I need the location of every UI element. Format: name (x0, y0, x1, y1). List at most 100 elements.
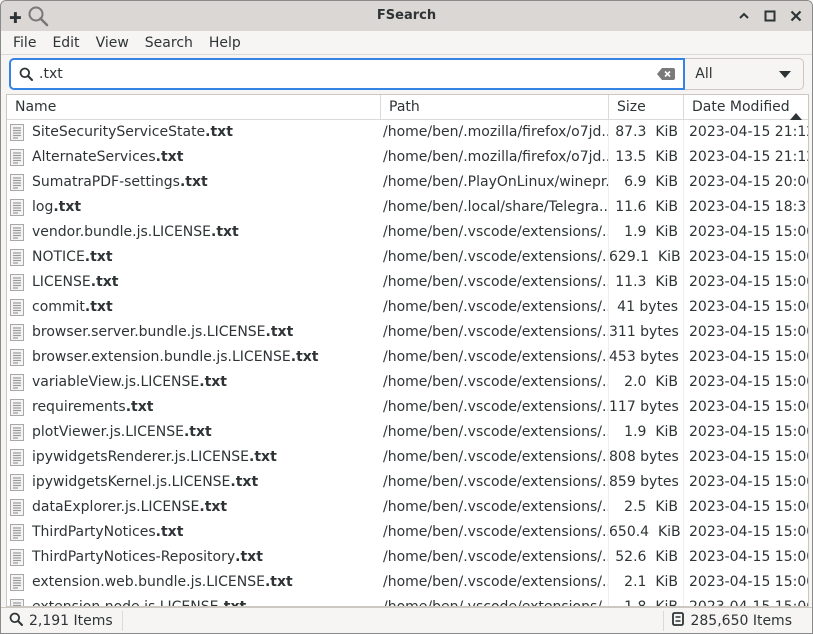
column-header-path[interactable]: Path (381, 95, 609, 120)
table-row[interactable]: ThirdPartyNotices-Repository .txt/home/be… (7, 545, 808, 570)
status-bar: 2,191 Items 285,650 Items (1, 607, 812, 633)
window-title: FSearch (376, 8, 437, 23)
file-size-cell: 808 bytes (609, 445, 684, 470)
text-file-icon (10, 549, 24, 566)
text-file-icon (10, 199, 24, 216)
close-button[interactable] (786, 6, 806, 26)
table-row[interactable]: ipywidgetsRenderer.js.LICENSE .txt/home/b… (7, 445, 808, 470)
file-name-cell: extension.node.js.LICENSE .txt (7, 595, 381, 607)
title-bar: ✚ FSearch (1, 1, 812, 31)
result-count: 2,191 Items (29, 613, 113, 629)
column-header-date-modified[interactable]: Date Modified (684, 95, 808, 120)
table-row[interactable]: log .txt/home/ben/.local/share/Telegra...… (7, 195, 808, 220)
file-name-cell: variableView.js.LICENSE .txt (7, 370, 381, 395)
table-row[interactable]: NOTICE .txt/home/ben/.vscode/extensions/.… (7, 245, 808, 270)
search-input[interactable] (39, 62, 649, 86)
table-row[interactable]: vendor.bundle.js.LICENSE .txt/home/ben/.v… (7, 220, 808, 245)
sort-ascending-icon (790, 104, 802, 128)
file-path-cell: /home/ben/.vscode/extensions/... (381, 495, 609, 520)
file-name-cell: ThirdPartyNotices-Repository .txt (7, 545, 381, 570)
chevron-down-icon (779, 66, 791, 82)
table-row[interactable]: extension.node.js.LICENSE .txt/home/ben/.… (7, 595, 808, 607)
menu-view[interactable]: View (88, 32, 137, 54)
file-path-cell: /home/ben/.vscode/extensions/... (381, 345, 609, 370)
list-body: SiteSecurityServiceState .txt/home/ben/.m… (7, 120, 808, 607)
text-file-icon (10, 274, 24, 291)
menu-file[interactable]: File (5, 32, 44, 54)
table-row[interactable]: SiteSecurityServiceState .txt/home/ben/.m… (7, 120, 808, 145)
table-row[interactable]: commit .txt/home/ben/.vscode/extensions/.… (7, 295, 808, 320)
text-file-icon (10, 524, 24, 541)
file-extension-match: .txt (90, 274, 119, 290)
file-path-cell: /home/ben/.vscode/extensions/... (381, 220, 609, 245)
table-row[interactable]: AlternateServices .txt/home/ben/.mozilla/… (7, 145, 808, 170)
file-extension-match: .txt (84, 249, 113, 265)
file-name-cell: NOTICE .txt (7, 245, 381, 270)
text-file-icon (10, 349, 24, 366)
file-size-cell: 1.9 KiB (609, 220, 684, 245)
file-basename: requirements (32, 399, 126, 415)
text-file-icon (10, 249, 24, 266)
file-date-cell: 2023-04-15 18:31 (689, 199, 808, 215)
file-extension-match: .txt (218, 599, 247, 607)
file-extension-match: .txt (264, 574, 293, 590)
text-file-icon (10, 224, 24, 241)
file-size-cell: 41 bytes (609, 295, 684, 320)
text-file-icon (10, 374, 24, 391)
file-path-cell: /home/ben/.mozilla/firefox/o7jd... (381, 120, 609, 145)
minimize-button[interactable] (734, 6, 754, 26)
table-row[interactable]: requirements .txt/home/ben/.vscode/extens… (7, 395, 808, 420)
table-row[interactable]: LICENSE .txt/home/ben/.vscode/extensions/… (7, 270, 808, 295)
file-size-cell: 453 bytes (609, 345, 684, 370)
file-basename: plotViewer.js.LICENSE (32, 424, 184, 440)
file-size-cell: 13.5 KiB (609, 145, 684, 170)
clear-icon[interactable] (657, 68, 676, 84)
text-file-icon (10, 499, 24, 516)
file-basename: extension.web.bundle.js.LICENSE (32, 574, 265, 590)
menu-search[interactable]: Search (137, 32, 201, 54)
filter-dropdown[interactable]: All (685, 58, 804, 90)
table-row[interactable]: extension.web.bundle.js.LICENSE .txt/home… (7, 570, 808, 595)
menu-edit[interactable]: Edit (44, 32, 87, 54)
column-header-name[interactable]: Name (7, 95, 381, 120)
text-file-icon (10, 174, 24, 191)
menu-help[interactable]: Help (201, 32, 249, 54)
file-path-cell: /home/ben/.local/share/Telegra... (381, 195, 609, 220)
menu-bar: File Edit View Search Help (1, 31, 812, 55)
table-row[interactable]: browser.server.bundle.js.LICENSE .txt/hom… (7, 320, 808, 345)
file-extension-match: .txt (155, 149, 184, 165)
file-name-cell: vendor.bundle.js.LICENSE .txt (7, 220, 381, 245)
file-date-cell: 2023-04-15 15:00 (689, 524, 808, 540)
table-row[interactable]: ipywidgetsKernel.js.LICENSE .txt/home/ben… (7, 470, 808, 495)
file-name-cell: requirements .txt (7, 395, 381, 420)
results-list[interactable]: Name Path Size Date Modified SiteSecurit… (6, 94, 809, 607)
table-row[interactable]: browser.extension.bundle.js.LICENSE .txt /… (7, 345, 808, 370)
file-basename: ipywidgetsKernel.js.LICENSE (32, 474, 231, 490)
table-row[interactable]: SumatraPDF-settings .txt/home/ben/.PlayOn… (7, 170, 808, 195)
file-basename: AlternateServices (32, 149, 156, 165)
column-header-date-label: Date Modified (692, 99, 790, 115)
file-date-cell: 2023-04-15 15:00 (689, 424, 808, 440)
file-name-cell: plotViewer.js.LICENSE .txt (7, 420, 381, 445)
file-path-cell: /home/ben/.vscode/extensions/... (381, 445, 609, 470)
file-size-cell: 1.8 KiB (609, 595, 684, 606)
file-extension-match: .txt (53, 199, 82, 215)
file-size-cell: 859 bytes (609, 470, 684, 495)
maximize-button[interactable] (760, 6, 780, 26)
table-row[interactable]: variableView.js.LICENSE .txt/home/ben/.vs… (7, 370, 808, 395)
file-name-cell: browser.extension.bundle.js.LICENSE .txt (7, 345, 381, 370)
file-size-cell: 117 bytes (609, 395, 684, 420)
search-box (9, 58, 686, 90)
file-basename: ThirdPartyNotices (32, 524, 156, 540)
file-extension-match: .txt (205, 124, 233, 140)
table-row[interactable]: ThirdPartyNotices .txt/home/ben/.vscode/e… (7, 520, 808, 545)
column-header-size[interactable]: Size (609, 95, 684, 120)
file-name-cell: browser.server.bundle.js.LICENSE .txt (7, 320, 381, 345)
file-basename: ipywidgetsRenderer.js.LICENSE (32, 449, 250, 465)
file-extension-match: .txt (211, 224, 239, 240)
app-window: ✚ FSearch File Edit View Search Help .tx… (0, 0, 813, 634)
file-extension-match: .txt (179, 174, 208, 190)
table-row[interactable]: plotViewer.js.LICENSE .txt/home/ben/.vsco… (7, 420, 808, 445)
file-extension-match: .txt (290, 349, 319, 365)
table-row[interactable]: dataExplorer.js.LICENSE .txt/home/ben/.vs… (7, 495, 808, 520)
